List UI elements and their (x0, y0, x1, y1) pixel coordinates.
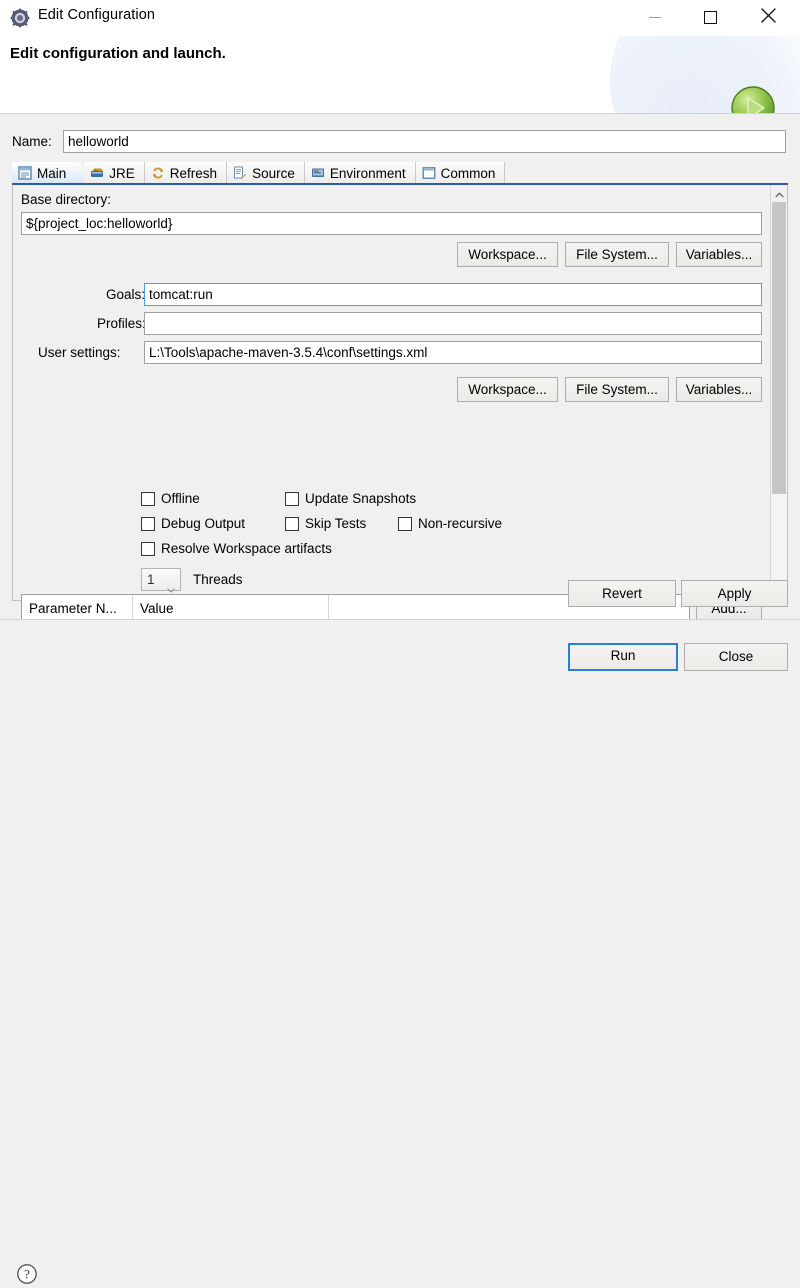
scrollbar-track[interactable] (771, 202, 787, 583)
threads-value: 1 (147, 572, 155, 587)
checkbox-update-snapshots-label: Update Snapshots (305, 491, 417, 506)
run-button[interactable]: Run (568, 643, 678, 671)
tab-refresh[interactable]: Refresh (144, 162, 228, 184)
checkbox-non-recursive[interactable]: Non-recursive (398, 516, 502, 531)
help-question-icon[interactable]: ? (16, 1263, 38, 1285)
tab-environment-label: Environment (329, 165, 406, 181)
main-tab-panel: Base directory: ${project_loc:helloworld… (12, 185, 788, 622)
main-document-icon (18, 166, 32, 180)
apply-button[interactable]: Apply (681, 580, 788, 607)
tab-refresh-label: Refresh (169, 165, 218, 181)
maximize-button[interactable] (687, 0, 733, 34)
tab-main[interactable]: Main (12, 162, 85, 184)
tab-bar: Main JRE Refresh Source Environment Comm… (12, 162, 788, 184)
name-label: Name: (12, 134, 52, 149)
svg-text:?: ? (24, 1267, 30, 1282)
checkbox-box-icon (141, 491, 155, 506)
base-dir-workspace-button[interactable]: Workspace... (457, 242, 558, 267)
common-window-icon (422, 166, 436, 180)
name-input[interactable]: helloworld (63, 130, 786, 153)
header-title: Edit configuration and launch. (10, 45, 226, 62)
base-directory-input[interactable]: ${project_loc:helloworld} (21, 212, 762, 235)
revert-button[interactable]: Revert (568, 580, 676, 607)
value-column-header[interactable]: Value (133, 595, 329, 621)
checkbox-box-icon (141, 516, 155, 531)
goals-label: Goals: (106, 287, 146, 302)
profiles-input[interactable] (144, 312, 762, 335)
profiles-label: Profiles: (97, 316, 146, 331)
tab-environment[interactable]: Environment (304, 162, 416, 184)
tab-source[interactable]: Source (227, 162, 305, 184)
tab-main-label: Main (37, 165, 67, 181)
checkbox-offline[interactable]: Offline (141, 491, 200, 506)
checkbox-non-recursive-label: Non-recursive (418, 516, 503, 531)
base-dir-filesystem-button[interactable]: File System... (565, 242, 669, 267)
environment-icon (311, 166, 325, 180)
threads-dropdown[interactable]: 1 (141, 568, 181, 593)
settings-variables-button[interactable]: Variables... (676, 377, 762, 402)
maximize-icon (703, 10, 717, 24)
user-settings-label: User settings: (38, 345, 121, 360)
settings-filesystem-button[interactable]: File System... (565, 377, 669, 402)
checkbox-box-icon (285, 491, 299, 506)
jre-library-icon (90, 166, 104, 180)
tab-jre-label: JRE (109, 165, 135, 181)
checkbox-box-icon (141, 541, 155, 556)
source-lookup-icon (233, 166, 247, 180)
checkbox-update-snapshots[interactable]: Update Snapshots (285, 491, 416, 506)
dialog-header: Edit configuration and launch. (0, 36, 800, 114)
checkbox-box-icon (285, 516, 299, 531)
close-button[interactable]: Close (684, 643, 788, 671)
dialog-body: Name: helloworld Main JRE Refresh Source… (0, 114, 800, 622)
checkbox-debug-output[interactable]: Debug Output (141, 516, 245, 531)
checkbox-resolve-workspace-artifacts-label: Resolve Workspace artifacts (161, 541, 332, 556)
title-bar: Edit Configuration (0, 0, 800, 36)
minimize-icon (649, 16, 661, 18)
name-row: Name: helloworld (12, 130, 788, 154)
user-settings-input[interactable]: L:\Tools\apache-maven-3.5.4\conf\setting… (144, 341, 762, 364)
close-icon (760, 7, 777, 27)
main-panel-scrollbar[interactable] (770, 185, 787, 600)
parameter-name-column-header[interactable]: Parameter N... (22, 595, 133, 621)
minimize-button[interactable] (632, 0, 678, 34)
green-run-arrow-icon (729, 84, 777, 114)
dialog-footer: ? Run Close (0, 620, 800, 1284)
threads-label: Threads (193, 572, 243, 587)
checkbox-skip-tests[interactable]: Skip Tests (285, 516, 366, 531)
refresh-arrows-icon (151, 166, 165, 180)
settings-workspace-button[interactable]: Workspace... (457, 377, 558, 402)
checkbox-resolve-workspace-artifacts[interactable]: Resolve Workspace artifacts (141, 541, 332, 556)
base-directory-label: Base directory: (21, 192, 112, 207)
checkbox-box-icon (398, 516, 412, 531)
scrollbar-thumb[interactable] (772, 202, 786, 494)
tab-source-label: Source (252, 165, 295, 181)
checkbox-debug-output-label: Debug Output (161, 516, 246, 531)
base-dir-variables-button[interactable]: Variables... (676, 242, 762, 267)
close-window-button[interactable] (745, 0, 791, 34)
goals-input[interactable]: tomcat:run (144, 283, 762, 306)
chevron-down-icon (167, 578, 175, 593)
checkbox-offline-label: Offline (161, 491, 200, 506)
eclipse-launch-config-icon (10, 8, 30, 28)
tab-common[interactable]: Common (415, 162, 506, 184)
chevron-up-icon (774, 186, 784, 201)
tab-jre[interactable]: JRE (84, 162, 145, 184)
tab-common-label: Common (440, 165, 496, 181)
checkbox-skip-tests-label: Skip Tests (305, 516, 367, 531)
scroll-up-button[interactable] (771, 185, 787, 202)
window-title: Edit Configuration (38, 7, 156, 23)
